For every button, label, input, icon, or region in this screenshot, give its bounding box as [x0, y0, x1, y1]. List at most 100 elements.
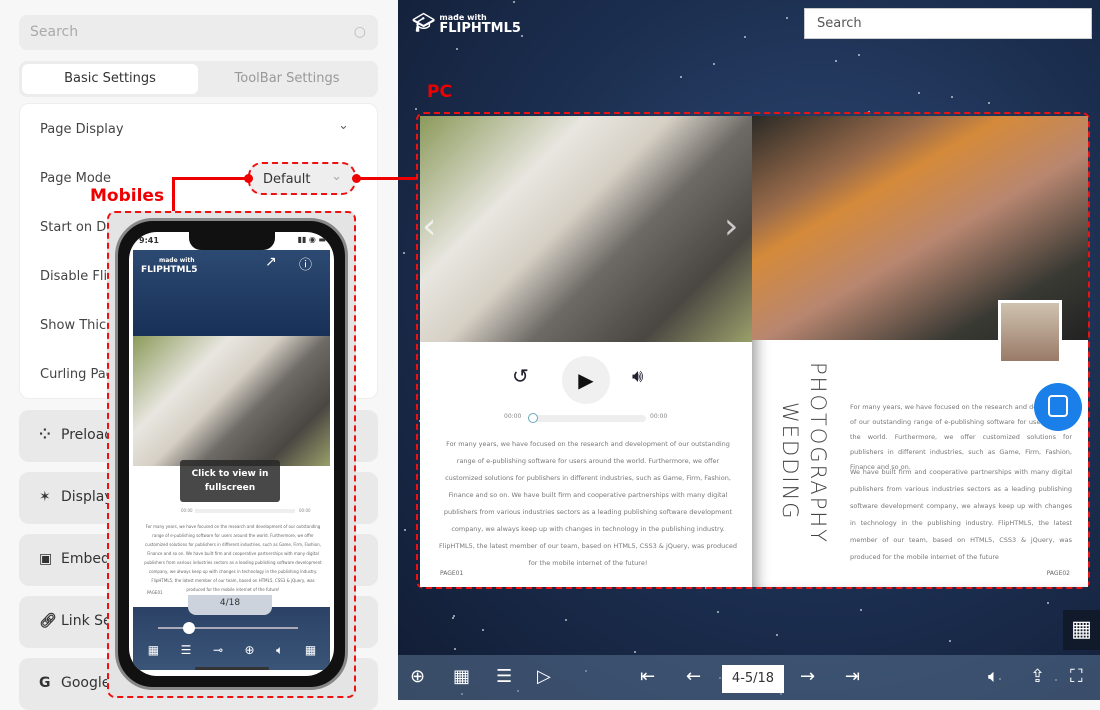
star [786, 16, 789, 19]
tab-toolbar-settings[interactable]: ToolBar Settings [199, 64, 375, 94]
book-spread: ↺ ▶ 🔊︎ 00:00 00:00 For many years, we ha… [416, 112, 1090, 589]
home-indicator [195, 667, 269, 670]
fullscreen-icon[interactable]: ⛶ [1070, 667, 1083, 687]
star [858, 53, 861, 56]
star [834, 60, 837, 63]
page-number-right: PAGE02 [1046, 570, 1070, 577]
help-icon[interactable]: ⓘ [299, 254, 312, 273]
viewer-search-input[interactable]: Search [804, 8, 1092, 39]
page-mode-value: Default [263, 172, 311, 187]
phone-notch [189, 232, 275, 250]
logo-main: FLIPHTML5 [439, 21, 521, 36]
right-page-text-2: We have built firm and cooperative partn… [850, 468, 1072, 561]
star [452, 616, 454, 619]
star [403, 529, 406, 532]
share-icon[interactable]: ↗ [265, 254, 277, 270]
last-page-icon[interactable]: ⇥ [845, 667, 860, 687]
tab-basic-settings[interactable]: Basic Settings [22, 64, 198, 94]
logo-top: made with [159, 257, 195, 264]
mobile-page-slider[interactable] [158, 622, 298, 634]
auto-flip-icon[interactable]: ⊸ [213, 643, 223, 658]
star [860, 608, 863, 611]
table-of-contents-icon[interactable]: ☰ [496, 667, 512, 687]
settings-search-input[interactable]: Search ○ [19, 15, 378, 50]
page-mode-label: Page Mode [40, 171, 112, 186]
fullscreen-tooltip[interactable]: Click to view in fullscreen [180, 460, 280, 502]
star [743, 36, 746, 39]
star [713, 63, 716, 66]
zoom-in-icon[interactable]: ⊕ [410, 667, 425, 687]
sound-icon[interactable]: 🔈︎ [988, 667, 999, 687]
page-right: PHOTOGRAPHY WEDDING For many years, we ha… [752, 116, 1088, 587]
search-placeholder: Search [30, 24, 79, 40]
chevron-down-icon: ⌄ [331, 169, 342, 184]
search-placeholder: Search [817, 16, 862, 31]
section-label: Google [61, 675, 111, 691]
search-icon: ○ [353, 24, 366, 40]
volume-icon[interactable]: 🔊︎ [632, 366, 643, 387]
next-page-icon[interactable]: → [800, 667, 815, 687]
show-thickness-label: Show Thick [40, 318, 114, 333]
fliphtml5-logo: 🎓︎ made with FLIPHTML5 [412, 12, 521, 36]
mobile-page-text: For many years, we have focused on the r… [144, 524, 322, 592]
bride-thumbnail-photo [998, 300, 1062, 364]
next-page-arrow[interactable]: › [724, 206, 738, 247]
chevron-up-icon[interactable]: ⌄ [338, 118, 349, 133]
star [988, 101, 991, 104]
page-display-title[interactable]: Page Display [40, 122, 124, 137]
section-label: Link Se [61, 613, 112, 629]
mobile-audio-progress[interactable] [195, 509, 295, 513]
play-button[interactable]: ▶ [562, 356, 610, 404]
title-line1: WEDDING [778, 402, 802, 521]
media-icon[interactable]: ▷ [537, 667, 551, 687]
star [775, 634, 778, 637]
connector-dot [244, 174, 253, 183]
section-label: Preload [61, 427, 114, 443]
connector-line [172, 177, 248, 180]
chat-button[interactable] [1034, 383, 1082, 431]
mobiles-annotation: Mobiles [90, 186, 165, 206]
star [717, 610, 720, 613]
section-label: Display [61, 489, 113, 505]
page-number-left: PAGE01 [440, 570, 464, 577]
wedding-couple-photo [420, 116, 752, 342]
table-of-contents-icon[interactable]: ☰ [181, 643, 192, 658]
star [453, 648, 456, 651]
sound-icon[interactable]: 🔈︎ [276, 643, 283, 658]
phone-screen: 9:41 ▮▮ ◉ ▬ made with FLIPHTML5 ↗ ⓘ Click… [129, 232, 334, 676]
status-icons: ▮▮ ◉ ▬ [297, 235, 326, 244]
star [565, 618, 568, 621]
star [402, 251, 405, 254]
audio-start-time: 00:00 [504, 413, 522, 420]
graduation-cap-icon: 🎓︎ [412, 12, 435, 34]
share-icon[interactable]: ⇪ [1030, 667, 1045, 687]
star [513, 0, 516, 3]
page-indicator-input[interactable]: 4-5/18 [722, 665, 784, 693]
replay-icon[interactable]: ↺ [512, 364, 529, 388]
code-window-icon: ▣ [39, 551, 53, 567]
star [415, 108, 418, 111]
audio-progress[interactable] [528, 413, 646, 423]
page-mode-select[interactable]: Default ⌄ [248, 162, 356, 195]
star [680, 76, 683, 79]
disable-flip-label: Disable Flip [40, 269, 116, 284]
qr-code-icon[interactable]: ▦ [305, 643, 316, 658]
qr-code-button[interactable]: ▦ [1063, 610, 1100, 650]
star [634, 651, 637, 654]
zoom-in-icon[interactable]: ⊕ [245, 643, 255, 658]
prev-page-arrow[interactable]: ‹ [422, 206, 436, 247]
star [1046, 602, 1049, 605]
first-page-icon[interactable]: ⇤ [640, 667, 655, 687]
pc-annotation: PC [427, 82, 452, 102]
logo-main: FLIPHTML5 [141, 265, 198, 275]
wedding-photography-title: PHOTOGRAPHY WEDDING [776, 362, 832, 544]
thumbnails-icon[interactable]: ▦ [148, 643, 159, 658]
mobile-page-indicator: 4/18 [188, 595, 272, 615]
previous-page-icon[interactable]: ← [686, 667, 701, 687]
star [951, 95, 954, 98]
connector-line [172, 177, 175, 211]
thumbnails-icon[interactable]: ▦ [453, 667, 470, 687]
chat-icon [1048, 395, 1068, 417]
star [918, 92, 921, 95]
title-line2: PHOTOGRAPHY [806, 362, 830, 545]
